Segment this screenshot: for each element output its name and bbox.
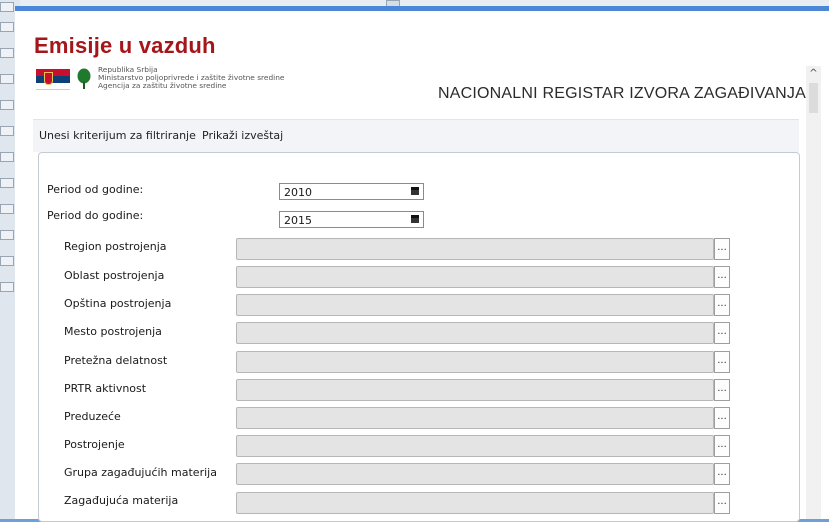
area-input[interactable] <box>236 266 714 288</box>
tree-logo-icon <box>77 68 91 89</box>
coat-of-arms-icon <box>44 72 53 85</box>
period-to-value: 2015 <box>284 214 312 227</box>
main-activity-input[interactable] <box>236 351 714 373</box>
company-label: Preduzeće <box>64 410 121 423</box>
period-to-input[interactable]: 2015 <box>279 211 424 228</box>
company-field[interactable]: ... <box>236 407 730 429</box>
gov-line-3: Agencija za zaštitu životne sredine <box>98 81 227 90</box>
area-browse-button[interactable]: ... <box>714 266 730 288</box>
company-browse-button[interactable]: ... <box>714 407 730 429</box>
region-field[interactable]: ... <box>236 238 730 260</box>
pollutant-group-input[interactable] <box>236 463 714 485</box>
period-from-label: Period od godine: <box>47 183 144 196</box>
place-label: Mesto postrojenja <box>64 325 162 338</box>
facility-label: Postrojenje <box>64 438 125 451</box>
pollutant-field[interactable]: ... <box>236 492 730 514</box>
period-from-value: 2010 <box>284 186 312 199</box>
region-input[interactable] <box>236 238 714 260</box>
prtr-activity-label: PRTR aktivnost <box>64 382 147 395</box>
registry-title: NACIONALNI REGISTAR IZVORA ZAGAĐIVANJA <box>438 85 806 102</box>
municipality-browse-button[interactable]: ... <box>714 294 730 316</box>
pollutant-group-field[interactable]: ... <box>236 463 730 485</box>
facility-field[interactable]: ... <box>236 435 730 457</box>
facility-browse-button[interactable]: ... <box>714 435 730 457</box>
pollutant-browse-button[interactable]: ... <box>714 492 730 514</box>
menu-bar: Unesi kriterijum za filtriranje Prikaži … <box>33 119 799 152</box>
region-label: Region postrojenja <box>64 240 167 253</box>
prtr-activity-input[interactable] <box>236 379 714 401</box>
company-input[interactable] <box>236 407 714 429</box>
main-activity-label: Pretežna delatnost <box>64 354 168 367</box>
period-from-input[interactable]: 2010 <box>279 183 424 200</box>
serbia-flag-icon <box>36 69 70 90</box>
period-from-picker-icon[interactable] <box>411 187 419 195</box>
pollutant-group-browse-button[interactable]: ... <box>714 463 730 485</box>
place-field[interactable]: ... <box>236 322 730 344</box>
menu-show-report[interactable]: Prikaži izveštaj <box>202 129 283 142</box>
area-field[interactable]: ... <box>236 266 730 288</box>
scrollbar-thumb[interactable] <box>809 83 818 113</box>
pollutant-label: Zagađujuća materija <box>64 494 179 507</box>
prtr-activity-field[interactable]: ... <box>236 379 730 401</box>
region-browse-button[interactable]: ... <box>714 238 730 260</box>
scroll-up-icon[interactable]: ^ <box>806 66 821 81</box>
window-title: Emisije u vazduh <box>34 33 216 58</box>
municipality-input[interactable] <box>236 294 714 316</box>
main-activity-browse-button[interactable]: ... <box>714 351 730 373</box>
menu-enter-filter-criteria[interactable]: Unesi kriterijum za filtriranje <box>39 129 196 142</box>
pollutant-input[interactable] <box>236 492 714 514</box>
main-activity-field[interactable]: ... <box>236 351 730 373</box>
area-label: Oblast postrojenja <box>64 269 165 282</box>
prtr-activity-browse-button[interactable]: ... <box>714 379 730 401</box>
municipality-label: Opština postrojenja <box>64 297 172 310</box>
vertical-scrollbar[interactable]: ^ <box>806 66 821 519</box>
government-header: Republika Srbija Ministarstvo poljoprivr… <box>98 66 284 90</box>
pollutant-group-label: Grupa zagađujućih materija <box>64 466 217 479</box>
place-input[interactable] <box>236 322 714 344</box>
period-to-picker-icon[interactable] <box>411 215 419 223</box>
facility-input[interactable] <box>236 435 714 457</box>
period-to-label: Period do godine: <box>47 209 144 222</box>
place-browse-button[interactable]: ... <box>714 322 730 344</box>
municipality-field[interactable]: ... <box>236 294 730 316</box>
